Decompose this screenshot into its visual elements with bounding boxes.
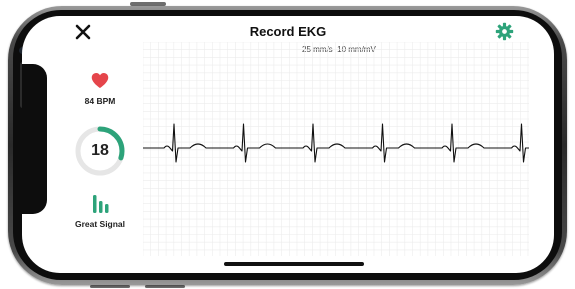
side-button	[145, 285, 185, 288]
gear-icon	[495, 22, 514, 41]
signal-bars-icon	[93, 195, 109, 213]
ekg-trace	[143, 123, 529, 163]
home-indicator[interactable]	[224, 262, 364, 266]
ekg-grid	[143, 42, 529, 256]
heart-icon	[91, 73, 109, 88]
signal-quality-label: Great Signal	[74, 219, 126, 229]
side-button	[90, 285, 130, 288]
ekg-chart	[143, 42, 529, 256]
page-title: Record EKG	[249, 24, 327, 39]
phone-frame: Record EKG 25 mm/s 10 mm/mV 84 BPM 18 Gr…	[0, 2, 575, 289]
app-screen: Record EKG 25 mm/s 10 mm/mV 84 BPM 18 Gr…	[22, 16, 554, 273]
settings-button[interactable]	[495, 22, 514, 41]
countdown-seconds: 18	[91, 142, 109, 159]
notch	[22, 64, 47, 214]
heart-rate-label: 84 BPM	[84, 96, 116, 106]
